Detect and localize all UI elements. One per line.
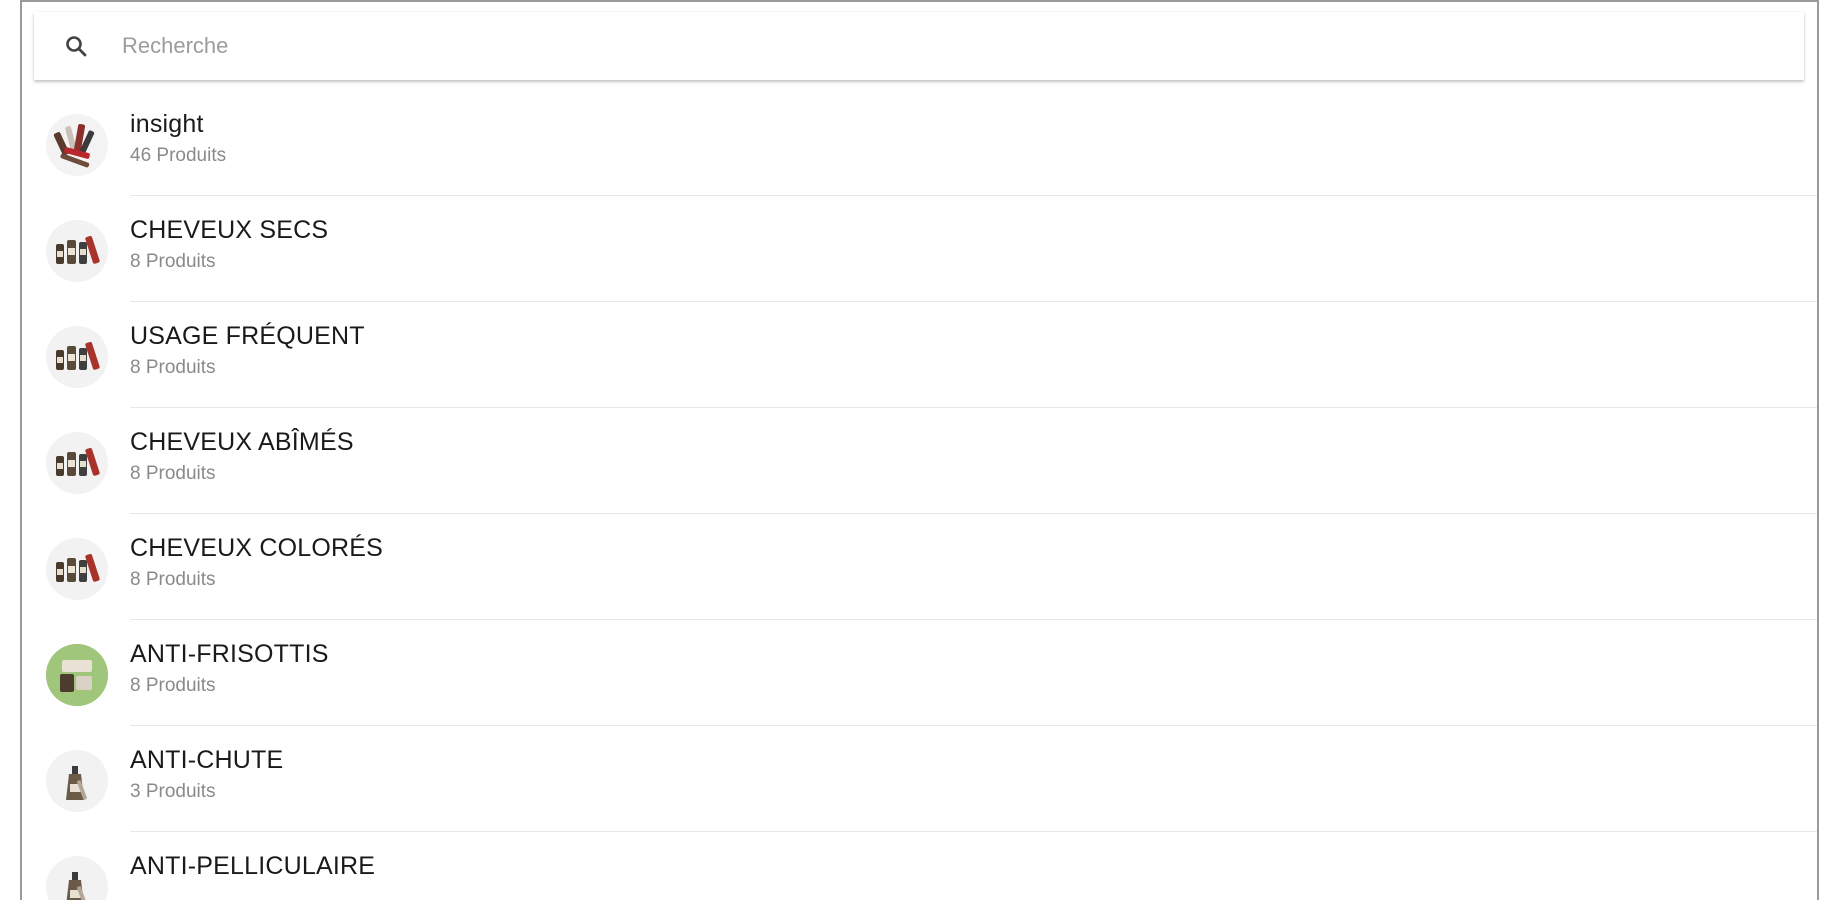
category-title: CHEVEUX ABÎMÉS xyxy=(130,428,354,456)
category-title: ANTI-CHUTE xyxy=(130,746,284,774)
category-title: ANTI-FRISOTTIS xyxy=(130,640,329,668)
category-title: ANTI-PELLICULAIRE xyxy=(130,852,376,880)
bottles-thumbnail xyxy=(46,326,108,388)
category-product-count: 8 Produits xyxy=(130,251,216,272)
search-icon[interactable] xyxy=(62,32,90,60)
list-item[interactable]: CHEVEUX SECS 8 Produits xyxy=(22,196,1817,302)
bottles-thumbnail xyxy=(46,220,108,282)
bottles-thumbnail xyxy=(46,432,108,494)
bottle-thumbnail xyxy=(46,856,108,900)
list-item[interactable]: USAGE FRÉQUENT 8 Produits xyxy=(22,302,1817,408)
list-item[interactable]: ANTI-PELLICULAIRE xyxy=(22,832,1817,900)
category-title: USAGE FRÉQUENT xyxy=(130,322,365,350)
category-product-count: 8 Produits xyxy=(130,357,216,378)
category-product-count: 3 Produits xyxy=(130,781,216,802)
list-item[interactable]: ANTI-FRISOTTIS 8 Produits xyxy=(22,620,1817,726)
category-product-count: 8 Produits xyxy=(130,569,216,590)
bottles-thumbnail xyxy=(46,538,108,600)
list-item[interactable]: CHEVEUX ABÎMÉS 8 Produits xyxy=(22,408,1817,514)
category-title: CHEVEUX SECS xyxy=(130,216,329,244)
category-title: CHEVEUX COLORÉS xyxy=(130,534,384,562)
search-input[interactable] xyxy=(120,25,1724,67)
search-bar[interactable] xyxy=(34,12,1804,80)
list-item[interactable]: insight 46 Produits xyxy=(22,90,1817,196)
category-title: insight xyxy=(130,110,204,138)
bottle-thumbnail xyxy=(46,750,108,812)
list-item[interactable]: CHEVEUX COLORÉS 8 Produits xyxy=(22,514,1817,620)
category-product-count: 46 Produits xyxy=(130,145,227,166)
category-list-panel: insight 46 Produits CHEVEUX SECS 8 Produ… xyxy=(20,0,1819,900)
category-product-count: 8 Produits xyxy=(130,675,216,696)
category-product-count: 8 Produits xyxy=(130,463,216,484)
category-list: insight 46 Produits CHEVEUX SECS 8 Produ… xyxy=(22,90,1817,900)
multi-products-thumbnail xyxy=(46,114,108,176)
list-item[interactable]: ANTI-CHUTE 3 Produits xyxy=(22,726,1817,832)
green-products-thumbnail xyxy=(46,644,108,706)
